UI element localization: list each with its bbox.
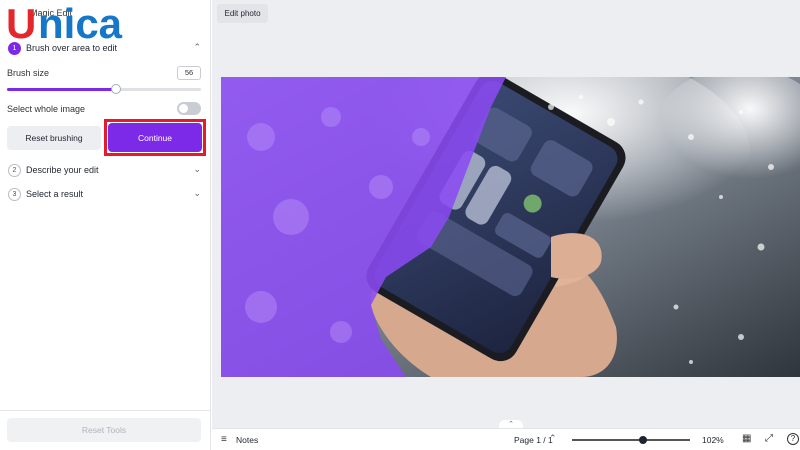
brush-size-input[interactable]: 56 (177, 66, 201, 80)
continue-button[interactable]: Continue (108, 123, 202, 152)
step-number: 2 (8, 164, 21, 177)
reset-tools-button[interactable]: Reset Tools (7, 418, 201, 442)
brush-size-slider-fill (7, 88, 116, 91)
chevron-up-icon[interactable]: ⌃ (193, 42, 201, 53)
step-select-result[interactable]: 3 Select a result ⌄ (0, 184, 211, 206)
magic-edit-panel: ‹ Magic Edit U nica 1 Brush over area to… (0, 0, 211, 450)
chevron-down-icon[interactable]: ⌄ (193, 188, 201, 199)
brush-size-slider-thumb[interactable] (110, 84, 121, 94)
brush-size-slider[interactable] (7, 84, 201, 94)
panel-divider (0, 410, 211, 411)
notes-icon[interactable]: ≡ (221, 434, 227, 445)
bottom-bar: ≡ Notes Page 1 / 1 ⌃ 102% ▦ ⤢ ? (212, 428, 800, 450)
photo-canvas[interactable] (221, 77, 800, 377)
fullscreen-icon[interactable]: ⤢ (765, 433, 773, 444)
chevron-down-icon[interactable]: ⌄ (193, 164, 201, 175)
toggle-knob (179, 104, 188, 113)
select-whole-image-toggle[interactable] (177, 102, 201, 115)
brush-size-label: Brush size (7, 68, 50, 78)
zoom-level[interactable]: 102% (702, 435, 724, 445)
step-label: Describe your edit (26, 165, 99, 175)
chevron-up-icon[interactable]: ⌃ (549, 433, 557, 444)
page-indicator[interactable]: Page 1 / 1 (514, 435, 553, 445)
help-icon[interactable]: ? (787, 433, 799, 445)
select-whole-image-label: Select whole image (7, 104, 86, 114)
reset-brushing-button[interactable]: Reset brushing (7, 126, 101, 150)
step-label: Brush over area to edit (26, 43, 118, 53)
step-describe-edit[interactable]: 2 Describe your edit ⌄ (0, 160, 211, 182)
step-brush-area[interactable]: 1 Brush over area to edit ⌃ (0, 38, 211, 60)
step-label: Select a result (26, 189, 84, 199)
grid-view-icon[interactable]: ▦ (742, 433, 751, 444)
zoom-slider[interactable] (572, 436, 690, 444)
zoom-slider-thumb[interactable] (638, 436, 647, 444)
step-number: 3 (8, 188, 21, 201)
notes-button[interactable]: Notes (236, 435, 258, 445)
edit-photo-button[interactable]: Edit photo (217, 4, 268, 23)
phone-in-water-photo (221, 77, 800, 377)
step-number: 1 (8, 42, 21, 55)
